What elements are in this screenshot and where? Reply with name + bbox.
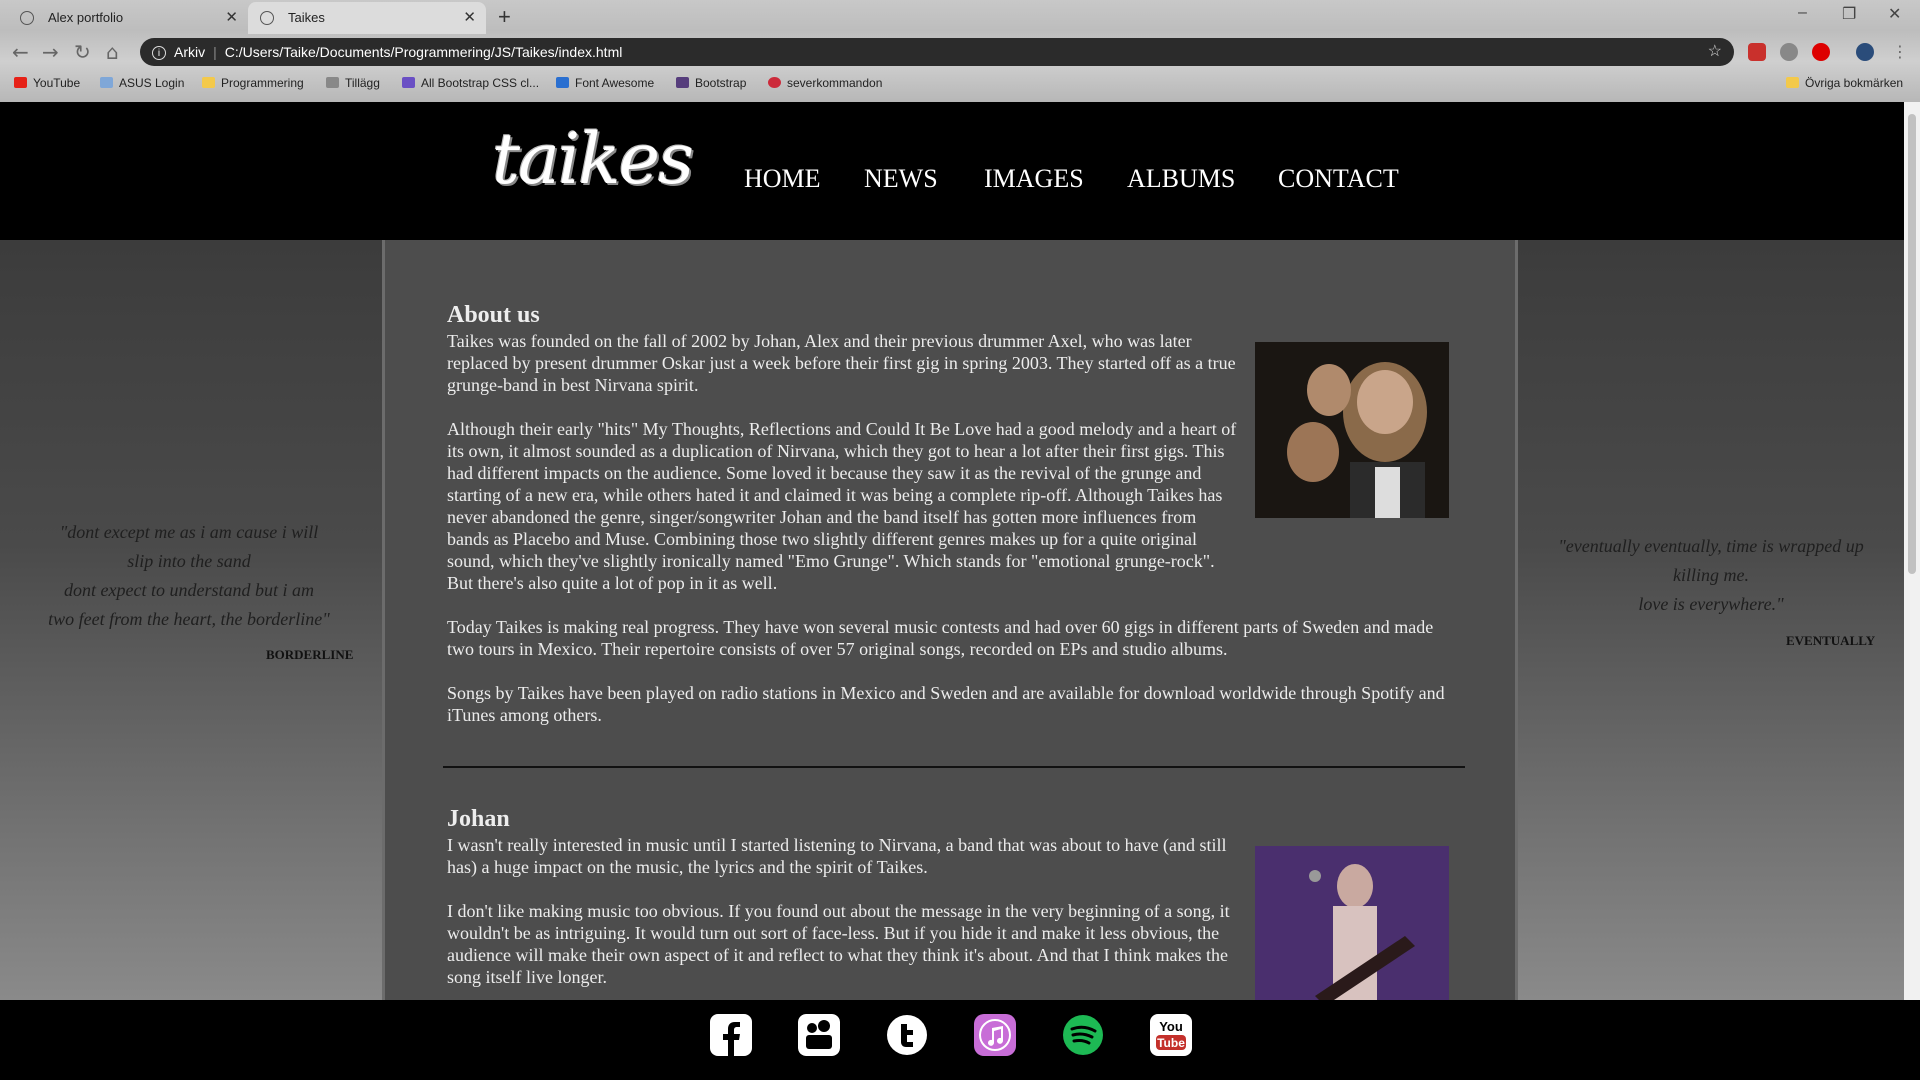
johan-title: Johan (447, 806, 510, 832)
folder-icon (202, 77, 215, 88)
main-content: About us Taikes was founded on the fall … (382, 240, 1518, 1000)
nav-home[interactable]: HOME (744, 164, 821, 194)
extension-w-icon[interactable] (1780, 43, 1798, 61)
address-scheme: Arkiv (174, 44, 206, 60)
flag-icon (556, 77, 569, 88)
close-window-button[interactable]: ✕ (1888, 4, 1901, 24)
home-button[interactable]: ⌂ (106, 40, 119, 64)
extension-opera-icon[interactable] (1812, 43, 1830, 61)
right-quote-panel: "eventually eventually, time is wrapped … (1518, 240, 1904, 1000)
johan-paragraph-1: I wasn't really interested in music unti… (447, 835, 1227, 877)
nav-images[interactable]: IMAGES (984, 164, 1084, 194)
bookmark-other[interactable]: Övriga bokmärken (1786, 76, 1903, 90)
globe-icon (20, 11, 34, 25)
site-logo[interactable]: taikes (492, 118, 712, 200)
globe-icon (260, 11, 274, 25)
page: taikes HOME NEWS IMAGES ALBUMS CONTACT "… (0, 102, 1904, 1000)
about-paragraph-3: Today Taikes is making real progress. Th… (447, 617, 1434, 659)
restore-button[interactable]: ❐ (1842, 4, 1856, 24)
right-quote: "eventually eventually, time is wrapped … (1558, 536, 1864, 614)
svg-text:You: You (1159, 1019, 1183, 1034)
about-paragraph-4: Songs by Taikes have been played on radi… (447, 683, 1445, 725)
bootstrap-css-icon (402, 77, 415, 88)
svg-text:Tube: Tube (1157, 1036, 1185, 1050)
johan-photo (1255, 846, 1449, 1000)
profile-avatar[interactable] (1856, 43, 1874, 61)
left-quote: "dont except me as i am cause i will sli… (48, 522, 330, 629)
address-bar[interactable]: i Arkiv | C:/Users/Taike/Documents/Programm… (140, 38, 1734, 66)
site-footer: You Tube (0, 1000, 1904, 1080)
site-header: taikes HOME NEWS IMAGES ALBUMS CONTACT (0, 102, 1904, 240)
nav-contact[interactable]: CONTACT (1278, 164, 1399, 194)
bookmark-tillagg[interactable]: Tillägg (326, 76, 380, 90)
spotify-icon[interactable] (1062, 1014, 1104, 1056)
bookmark-programmering[interactable]: Programmering (202, 76, 304, 90)
myspace-icon[interactable] (798, 1014, 840, 1056)
nav-albums[interactable]: ALBUMS (1127, 164, 1235, 194)
forward-button[interactable]: → (42, 40, 59, 64)
tab-taikes[interactable]: Taikes ✕ (248, 2, 486, 34)
youtube-icon (14, 77, 27, 88)
bookmark-font-awesome[interactable]: Font Awesome (556, 76, 654, 90)
twitter-icon[interactable] (886, 1014, 928, 1056)
asus-icon (100, 77, 113, 88)
browser-chrome: Alex portfolio ✕ Taikes ✕ + – ❐ ✕ ← → ↻ … (0, 0, 1920, 102)
facebook-icon[interactable] (710, 1014, 752, 1056)
about-title: About us (447, 302, 540, 328)
scrollbar-thumb[interactable] (1908, 114, 1916, 574)
close-icon[interactable]: ✕ (225, 2, 238, 34)
bookmark-youtube[interactable]: YouTube (14, 76, 80, 90)
minimize-button[interactable]: – (1798, 4, 1807, 22)
band-photo (1255, 342, 1449, 518)
new-tab-button[interactable]: + (498, 4, 511, 30)
page-scrollbar[interactable] (1904, 102, 1920, 1000)
back-button[interactable]: ← (12, 40, 29, 64)
info-icon[interactable]: i (152, 46, 166, 61)
youtube-icon[interactable]: You Tube (1150, 1014, 1192, 1056)
nav-news[interactable]: NEWS (864, 164, 938, 194)
toolbar: ← → ↻ ⌂ i Arkiv | C:/Users/Taike/Documents/… (0, 34, 1920, 70)
swirl-icon (768, 77, 781, 88)
folder-icon (1786, 77, 1799, 88)
about-paragraph-2: Although their early "hits" My Thoughts,… (447, 419, 1237, 593)
reload-button[interactable]: ↻ (74, 40, 91, 64)
bookmark-severkommandon[interactable]: severkommandon (768, 76, 882, 90)
close-icon[interactable]: ✕ (463, 2, 476, 34)
extension-mail-icon[interactable] (1748, 43, 1766, 61)
tab-label: Taikes (288, 10, 325, 25)
bookmark-asus-login[interactable]: ASUS Login (100, 76, 184, 90)
tab-strip: Alex portfolio ✕ Taikes ✕ + – ❐ ✕ (0, 0, 1920, 34)
bookmark-star-icon[interactable]: ☆ (1708, 38, 1722, 66)
itunes-icon[interactable] (974, 1014, 1016, 1056)
about-paragraph-1: Taikes was founded on the fall of 2002 b… (447, 331, 1236, 395)
menu-icon[interactable]: ⋮ (1892, 42, 1908, 61)
left-quote-panel: "dont except me as i am cause i will sli… (0, 240, 382, 1000)
johan-paragraph-2: I don't like making music too obvious. I… (447, 901, 1230, 987)
left-quote-title: BORDERLINE (266, 647, 354, 662)
bookmark-bootstrap[interactable]: Bootstrap (676, 76, 746, 90)
section-divider (443, 766, 1465, 768)
tab-alex-portfolio[interactable]: Alex portfolio ✕ (8, 2, 248, 34)
bookmarks-bar: YouTube ASUS Login Programmering Tillägg… (0, 72, 1920, 98)
bootstrap-icon (676, 77, 689, 88)
address-url: C:/Users/Taike/Documents/Programmering/J… (224, 44, 623, 60)
puzzle-icon (326, 77, 339, 88)
bookmark-bootstrap-css[interactable]: All Bootstrap CSS cl... (402, 76, 539, 90)
tab-label: Alex portfolio (48, 10, 124, 25)
right-quote-title: EVENTUALLY (1786, 633, 1876, 648)
